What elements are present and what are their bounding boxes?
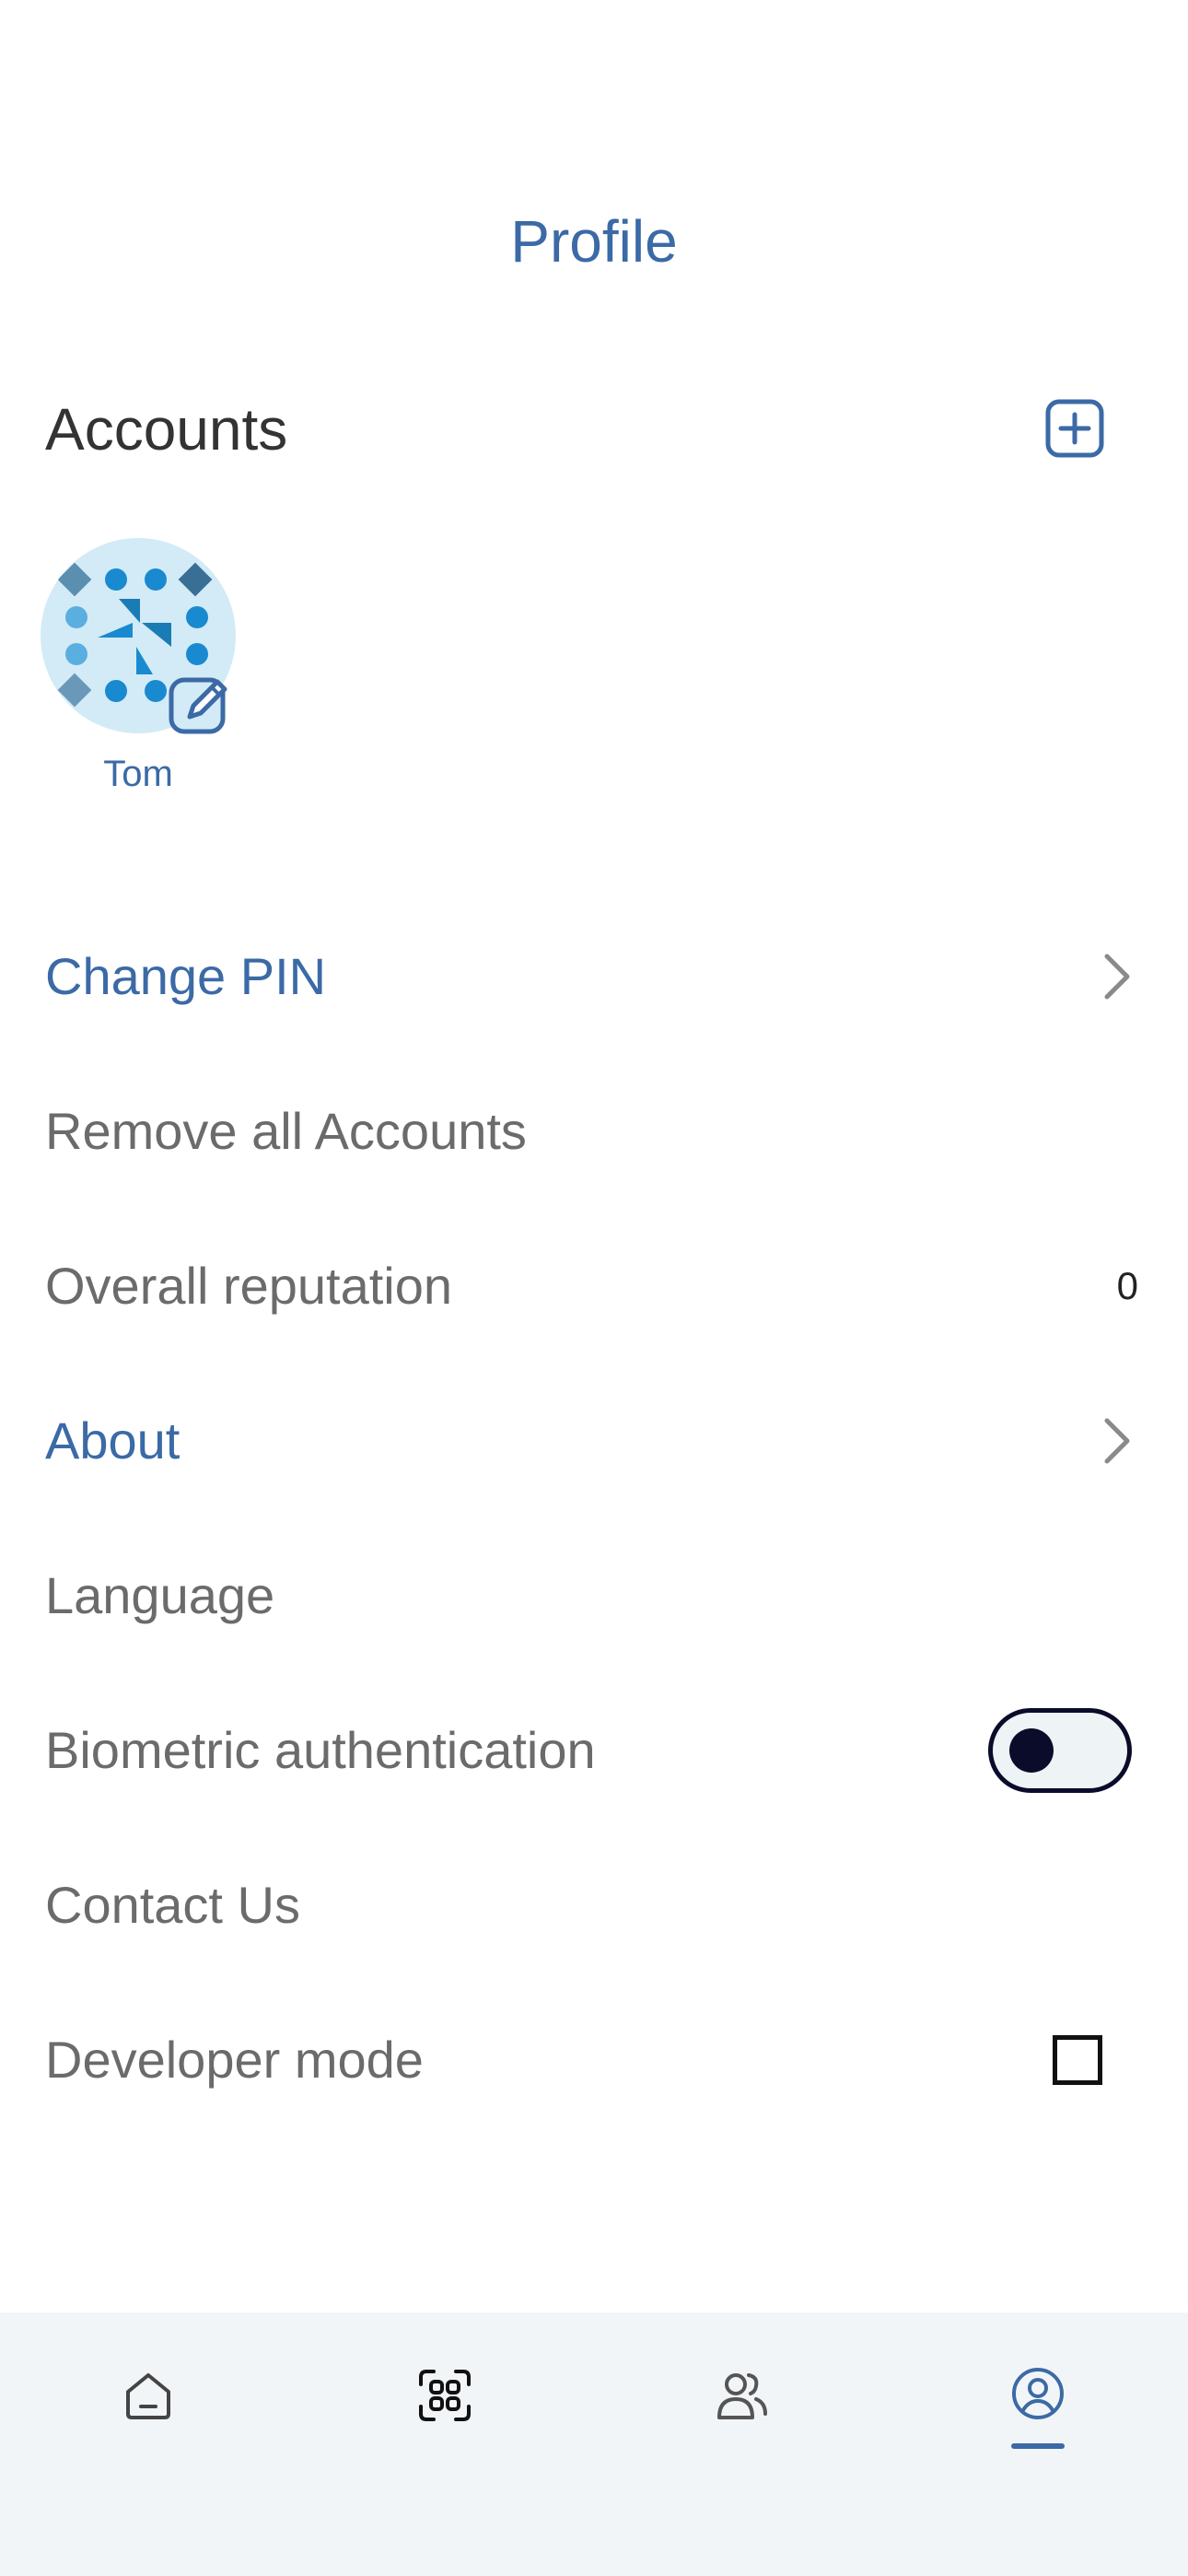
- change-pin-label: Change PIN: [45, 947, 327, 1005]
- accounts-heading: Accounts: [45, 396, 288, 463]
- about-row[interactable]: About: [0, 1364, 1188, 1518]
- toggle-knob: [1009, 1728, 1054, 1773]
- active-tab-indicator: [1011, 2443, 1065, 2449]
- tab-contacts[interactable]: [686, 2340, 797, 2451]
- chevron-right-icon: [1104, 954, 1130, 1000]
- account-name: Tom: [103, 754, 173, 794]
- remove-all-accounts-label: Remove all Accounts: [45, 1102, 527, 1160]
- language-row[interactable]: Language: [0, 1518, 1188, 1673]
- account-avatar-tom[interactable]: [41, 538, 236, 734]
- tab-scan[interactable]: [390, 2340, 500, 2451]
- developer-mode-label: Developer mode: [45, 2031, 424, 2089]
- edit-icon[interactable]: [168, 671, 234, 737]
- about-label: About: [45, 1411, 181, 1469]
- biometric-row: Biometric authentication: [0, 1673, 1188, 1828]
- page-title: Profile: [510, 208, 678, 275]
- remove-all-accounts-row[interactable]: Remove all Accounts: [0, 1054, 1188, 1209]
- developer-mode-row: Developer mode: [0, 1983, 1188, 2137]
- add-account-button[interactable]: [1045, 399, 1104, 458]
- tab-profile[interactable]: [983, 2340, 1093, 2451]
- biometric-label: Biometric authentication: [45, 1721, 596, 1779]
- overall-reputation-label: Overall reputation: [45, 1257, 453, 1315]
- reputation-value: 0: [1116, 1264, 1138, 1307]
- tab-bar: [0, 2313, 1188, 2576]
- language-label: Language: [45, 1566, 275, 1624]
- scan-icon: [419, 2370, 471, 2421]
- profile-icon: [1012, 2368, 1064, 2419]
- home-icon: [126, 2373, 170, 2419]
- change-pin-row[interactable]: Change PIN: [0, 899, 1188, 1054]
- add-square-icon: [1045, 399, 1104, 458]
- overall-reputation-row: Overall reputation 0: [0, 1209, 1188, 1364]
- developer-mode-checkbox[interactable]: [1053, 2035, 1102, 2085]
- contact-us-row[interactable]: Contact Us: [0, 1828, 1188, 1983]
- tab-home[interactable]: [93, 2340, 204, 2451]
- contact-us-label: Contact Us: [45, 1876, 300, 1934]
- chevron-right-icon: [1104, 1418, 1130, 1464]
- contacts-icon: [717, 2373, 767, 2419]
- biometric-toggle[interactable]: [988, 1708, 1132, 1793]
